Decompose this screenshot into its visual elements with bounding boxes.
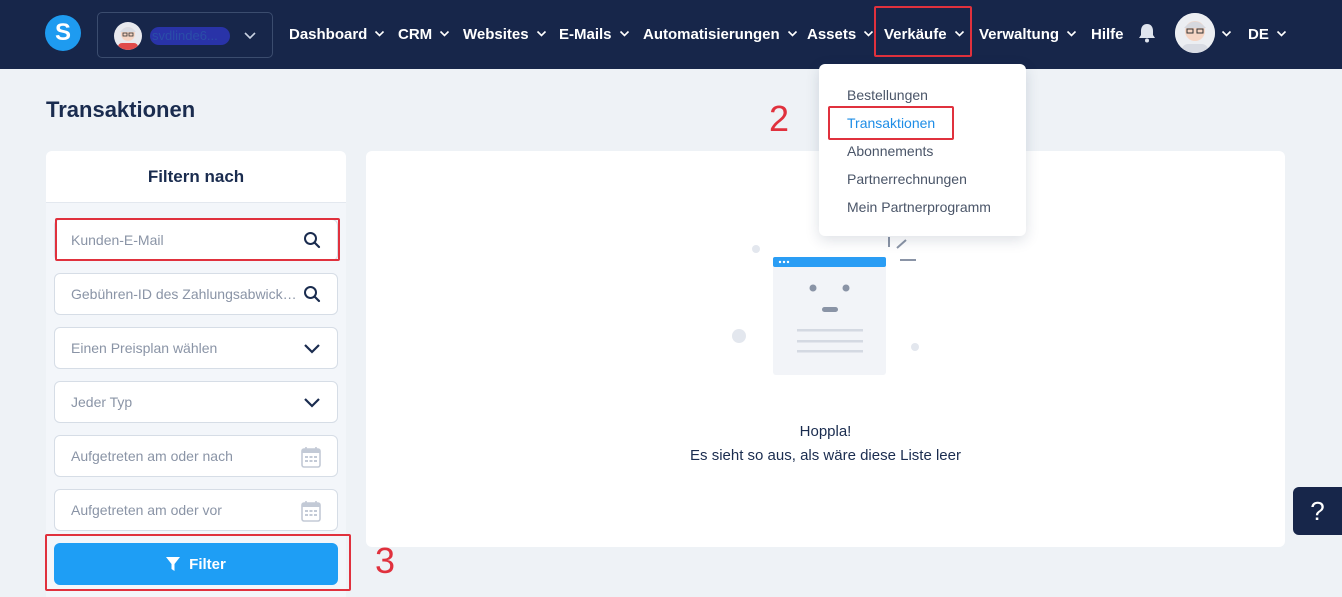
user-avatar[interactable] [1175, 13, 1215, 53]
sales-highlight-box [874, 6, 972, 57]
nav-label: E-Mails [559, 26, 612, 43]
bell-icon[interactable] [1138, 23, 1156, 48]
app-logo[interactable]: S [45, 15, 81, 51]
email-highlight-box [55, 218, 340, 261]
chevron-down-icon [374, 26, 385, 43]
chevron-down-icon [1276, 26, 1287, 43]
calendar-icon[interactable] [301, 500, 321, 525]
nav-automations[interactable]: Automatisierungen [643, 0, 798, 69]
account-avatar [114, 22, 142, 50]
nav-label: Assets [807, 26, 857, 43]
nav-label: Verwaltung [979, 26, 1060, 43]
empty-list-illustration [732, 237, 919, 375]
nav-websites[interactable]: Websites [463, 0, 547, 69]
type-placeholder: Jeder Typ [71, 394, 133, 410]
price-plan-select[interactable]: Einen Preisplan wählen [54, 327, 338, 369]
help-button[interactable]: ? [1293, 487, 1342, 535]
chevron-down-icon [787, 26, 798, 43]
filter-heading: Filtern nach [46, 151, 346, 203]
date-after-input[interactable]: Aufgetreten am oder nach [54, 435, 338, 477]
nav-label: CRM [398, 26, 433, 43]
language-selector[interactable]: DE [1248, 0, 1287, 69]
nav-assets[interactable]: Assets [807, 0, 874, 69]
chevron-down-icon [863, 26, 874, 43]
fee-id-placeholder: Gebühren-ID des Zahlungsabwicklers [71, 286, 299, 302]
menu-item-my-partner-program[interactable]: Mein Partnerprogramm [847, 199, 991, 215]
chevron-down-icon [536, 26, 547, 43]
nav-dashboard[interactable]: Dashboard [289, 0, 385, 69]
chevron-down-icon [1221, 26, 1232, 43]
nav-help[interactable]: Hilfe [1091, 0, 1124, 69]
user-menu-chevron[interactable] [1221, 0, 1232, 69]
menu-item-partner-invoices[interactable]: Partnerrechnungen [847, 171, 967, 187]
transactions-highlight-box [828, 106, 954, 140]
menu-item-orders[interactable]: Bestellungen [847, 87, 928, 103]
type-select[interactable]: Jeder Typ [54, 381, 338, 423]
nav-label: Automatisierungen [643, 26, 780, 43]
chevron-down-icon [619, 26, 630, 43]
step-3-annotation: 3 [375, 540, 396, 581]
nav-emails[interactable]: E-Mails [559, 0, 630, 69]
account-switcher[interactable]: svdlinde6... [97, 12, 273, 58]
empty-state-title: Hoppla! [799, 423, 852, 440]
chevron-down-icon [1066, 26, 1077, 43]
price-plan-placeholder: Einen Preisplan wählen [71, 340, 218, 356]
chevron-down-icon [439, 26, 450, 43]
search-icon[interactable] [303, 285, 321, 306]
date-before-placeholder: Aufgetreten am oder vor [71, 502, 222, 518]
step-2-annotation: 2 [769, 98, 790, 139]
nav-label: Websites [463, 26, 529, 43]
nav-crm[interactable]: CRM [398, 0, 450, 69]
calendar-icon[interactable] [301, 446, 321, 471]
chevron-down-icon [243, 28, 257, 47]
fee-id-input[interactable]: Gebühren-ID des Zahlungsabwicklers [54, 273, 338, 315]
nav-label: Dashboard [289, 26, 368, 43]
sales-dropdown-menu: Bestellungen Transaktionen Abonnements P… [819, 64, 1026, 236]
nav-administration[interactable]: Verwaltung [979, 0, 1077, 69]
date-after-placeholder: Aufgetreten am oder nach [71, 448, 233, 464]
language-label: DE [1248, 26, 1269, 43]
chevron-down-icon [303, 339, 321, 360]
filter-button-highlight-box [45, 534, 351, 591]
nav-label: Hilfe [1091, 26, 1124, 43]
menu-item-subscriptions[interactable]: Abonnements [847, 143, 933, 159]
empty-state-message: Es sieht so aus, als wäre diese Liste le… [690, 447, 961, 464]
date-before-input[interactable]: Aufgetreten am oder vor [54, 489, 338, 531]
page-title: Transaktionen [46, 97, 196, 122]
account-name: svdlinde6... [150, 27, 230, 45]
top-navbar: S svdlinde6... Dashboard CRM Websites E-… [0, 0, 1342, 69]
chevron-down-icon [303, 393, 321, 414]
